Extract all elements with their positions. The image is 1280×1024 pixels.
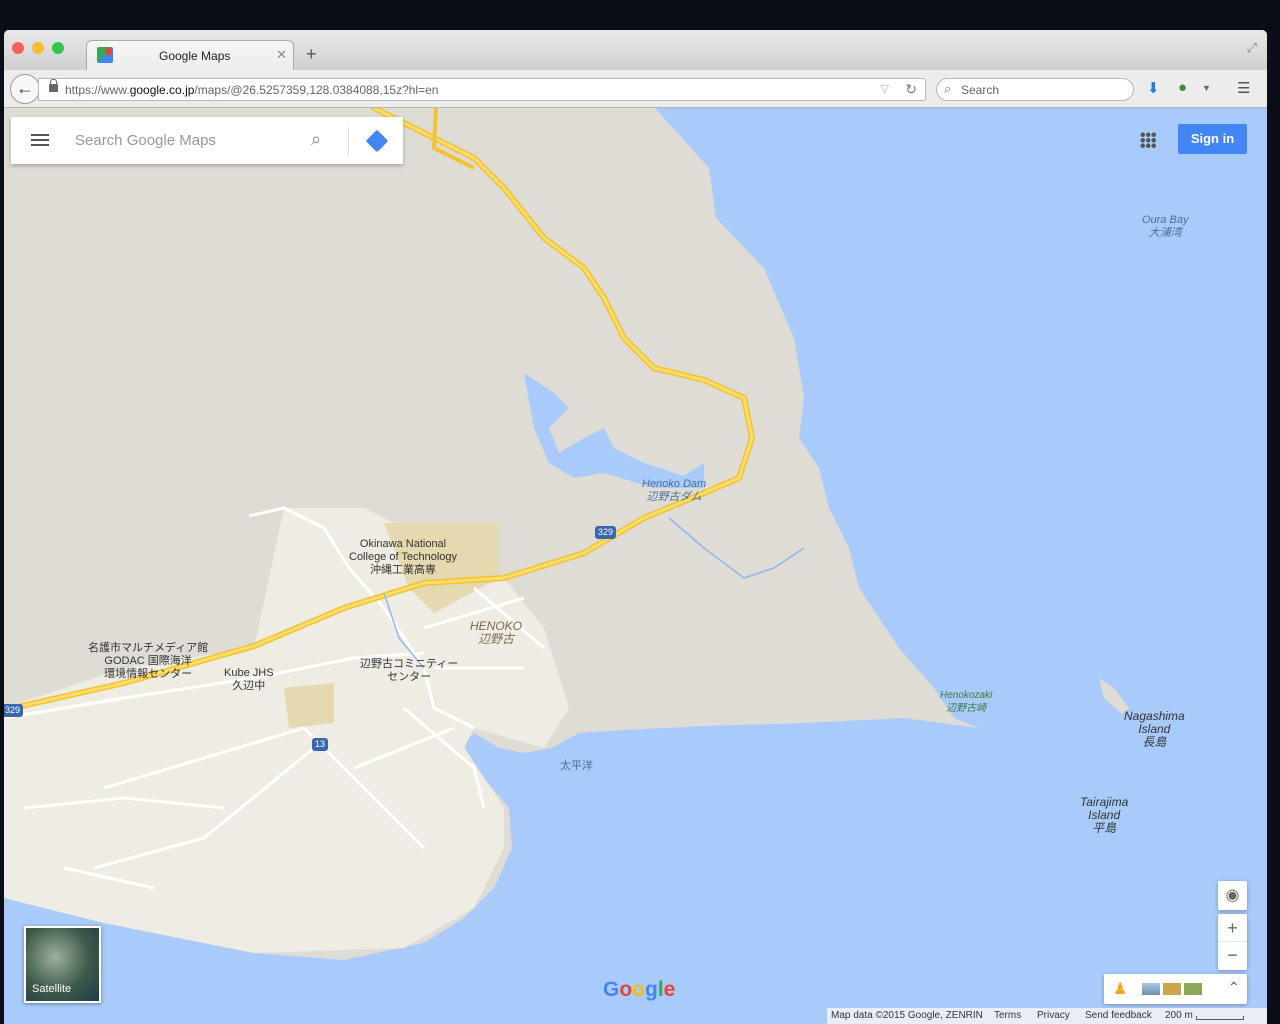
- url-dropdown-icon[interactable]: ▽: [881, 82, 889, 95]
- lock-icon: [49, 79, 58, 92]
- zoom-out-button[interactable]: −: [1218, 942, 1247, 970]
- zoom-controls: + −: [1218, 914, 1247, 970]
- browser-search-input[interactable]: ⌕ Search: [936, 78, 1134, 101]
- label-pacific[interactable]: 太平洋: [560, 760, 593, 773]
- privacy-link[interactable]: Privacy: [1037, 1010, 1070, 1021]
- satellite-label: Satellite: [32, 983, 72, 995]
- imagery-thumb-2[interactable]: [1163, 983, 1181, 995]
- url-path: /maps/@26.5257359,128.0384088,15z?hl=en: [194, 83, 439, 97]
- map-canvas[interactable]: Oura Bay 大浦湾 Henoko Dam 辺野古ダム Okinawa Nati…: [4, 108, 1267, 1024]
- label-oura-bay[interactable]: Oura Bay 大浦湾: [1142, 214, 1188, 240]
- url-domain: google.co.jp: [129, 83, 195, 97]
- close-window-button[interactable]: [12, 42, 24, 54]
- school-grounds: [284, 683, 334, 728]
- map-data-attribution: Map data ©2015 Google, ZENRIN: [831, 1010, 983, 1021]
- label-henoko-dam[interactable]: Henoko Dam 辺野古ダム: [642, 478, 706, 504]
- label-godac[interactable]: 名護市マルチメディア館 GODAC 国際海洋 環境情報センター: [88, 642, 208, 681]
- divider: [348, 127, 349, 155]
- zoom-in-button[interactable]: +: [1218, 914, 1247, 942]
- route-shield-13: 13: [312, 738, 329, 751]
- extension-globe-icon[interactable]: ●: [1178, 79, 1187, 96]
- search-icon: ⌕: [944, 81, 952, 96]
- map-footer: Map data ©2015 Google, ZENRIN Terms Priv…: [827, 1008, 1267, 1024]
- scale-bar: [1196, 1016, 1244, 1020]
- search-icon[interactable]: ⌕: [311, 129, 321, 150]
- search-placeholder: Search: [961, 83, 1000, 97]
- terms-link[interactable]: Terms: [994, 1010, 1021, 1021]
- download-icon[interactable]: ⬇: [1147, 79, 1160, 97]
- sign-in-button[interactable]: Sign in: [1178, 124, 1247, 154]
- pegman-icon[interactable]: ♟: [1113, 979, 1127, 999]
- send-feedback-link[interactable]: Send feedback: [1085, 1010, 1152, 1021]
- label-nagashima[interactable]: Nagashima Island 長島: [1124, 710, 1185, 749]
- hamburger-menu-icon[interactable]: [31, 134, 49, 136]
- google-maps-favicon-icon: [97, 47, 113, 63]
- route-shield-329-west: 329: [4, 704, 24, 717]
- route-shield-329: 329: [595, 526, 617, 539]
- new-tab-button[interactable]: +: [306, 44, 317, 65]
- reload-icon[interactable]: ↻: [905, 81, 917, 98]
- apps-grid-icon[interactable]: [1140, 132, 1156, 148]
- label-community-center[interactable]: 辺野古コミニティー センター: [360, 658, 458, 684]
- fullscreen-icon[interactable]: ⤢: [1247, 40, 1257, 56]
- scale-label[interactable]: 200 m: [1165, 1010, 1193, 1021]
- expand-icon[interactable]: ⌃: [1228, 979, 1240, 996]
- tab-bar: Google Maps ✕ + ⤢: [4, 30, 1267, 70]
- url-bar[interactable]: https://www.google.co.jp/maps/@26.525735…: [38, 78, 926, 101]
- tab-title: Google Maps: [159, 49, 231, 63]
- tab-google-maps[interactable]: Google Maps ✕: [86, 40, 294, 70]
- label-tairajima[interactable]: Tairajima Island 平島: [1080, 796, 1128, 835]
- zoom-window-button[interactable]: [52, 42, 64, 54]
- imagery-thumb-3[interactable]: [1184, 983, 1202, 995]
- menu-icon[interactable]: ☰: [1237, 79, 1250, 97]
- directions-icon[interactable]: [365, 129, 389, 153]
- label-henoko[interactable]: HENOKO 辺野古: [470, 620, 522, 646]
- street-view-panel: ♟ ⌃: [1104, 974, 1247, 1004]
- label-kube-jhs[interactable]: Kube JHS 久辺中: [224, 667, 274, 693]
- google-logo: Google: [603, 978, 676, 1001]
- back-button[interactable]: ←: [10, 74, 40, 104]
- minimize-window-button[interactable]: [32, 42, 44, 54]
- satellite-toggle[interactable]: Satellite: [24, 926, 101, 1003]
- extension-dropdown-icon[interactable]: ▼: [1202, 83, 1211, 93]
- label-okinawa-college[interactable]: Okinawa National College of Technology 沖縄工…: [349, 538, 457, 577]
- navigation-bar: ← https://www.google.co.jp/maps/@26.5257…: [4, 70, 1267, 108]
- url-prefix: https://www.: [65, 83, 130, 97]
- imagery-thumb-1[interactable]: [1142, 983, 1160, 995]
- my-location-button[interactable]: ◉: [1218, 881, 1247, 910]
- map-graphics: [4, 108, 1129, 960]
- maps-search-input[interactable]: Search Google Maps: [75, 132, 216, 149]
- close-tab-icon[interactable]: ✕: [276, 47, 287, 63]
- browser-window: Google Maps ✕ + ⤢ ← https://www.google.c…: [4, 30, 1267, 1024]
- label-henokozaki[interactable]: Henokozaki 辺野古崎: [940, 689, 992, 715]
- maps-search-box: Search Google Maps ⌕: [11, 117, 403, 164]
